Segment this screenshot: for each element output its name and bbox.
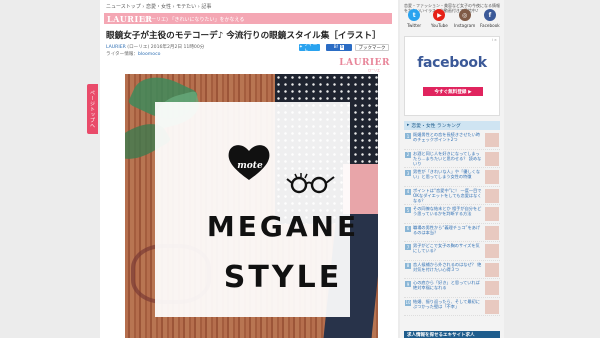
- spectacles-icon: [286, 173, 335, 194]
- hatena-count: 6: [339, 45, 345, 50]
- hero-illustration: mote MEGANE STYLE: [125, 74, 378, 338]
- breadcrumb-love[interactable]: 恋愛・女性: [146, 4, 171, 10]
- tweet-label: ツイート: [303, 42, 318, 54]
- facebook-ad[interactable]: i × facebook 今すぐ無料登録 ▶: [404, 36, 500, 116]
- twitter-bird-icon: ✦: [299, 45, 303, 50]
- rank-title-link[interactable]: 男子がどこで女子の胸のサイズを気にしている？: [413, 243, 483, 259]
- main-column: ニューストップ › 恋愛・女性 › モテたい › 記事 LAURIER (ローリ…: [100, 0, 398, 338]
- source-link[interactable]: LAURIER: [106, 45, 126, 50]
- breadcrumb-article: 記事: [201, 4, 212, 10]
- page-title: 眼鏡女子が主役のモテコーデ♪ 今流行りの眼鏡スタイル集［イラスト］: [106, 31, 381, 41]
- ranking-item[interactable]: 9 心の底から「好き」と思っていれば絶対幸福になれる: [404, 279, 500, 298]
- rank-thumbnail[interactable]: [485, 225, 499, 240]
- ranking-item[interactable]: 2 お酒と同じ人を好きになってしまったら…まちたいと思わせる？ 読めないり: [404, 150, 500, 168]
- ranking-list: 1 既婚男性との恋を長続きさせたい時のチェックポイント2つ 2 お酒と同じ人を好きにな…: [404, 131, 500, 316]
- hatena-bookmark-button[interactable]: B! 6: [326, 44, 352, 51]
- breadcrumb: ニューストップ › 恋愛・女性 › モテたい › 記事: [106, 4, 212, 10]
- right-sidebar: 恋愛・ファッション・美容など女子の今夜になる情報をかわいいイラストや動画付きで発…: [400, 0, 504, 338]
- heart-text: mote: [237, 161, 263, 171]
- rank-number: 8: [405, 262, 411, 269]
- ranking-item[interactable]: 6 職場の男性から“義理チョコ”をあげるのは本当？: [404, 224, 500, 242]
- sns-link-facebook[interactable]: f Facebook: [479, 9, 501, 35]
- rank-thumbnail[interactable]: [485, 262, 499, 277]
- source-paren: (ローリエ): [127, 45, 150, 50]
- facebook-icon: f: [483, 9, 496, 21]
- bookmark-label: ブックマーク: [358, 45, 386, 51]
- rank-title-link[interactable]: 恋人候補から外されるのはなぜ？ 絶対気を付けたい心得３つ: [413, 262, 483, 278]
- breadcrumb-mote[interactable]: モテたい: [176, 4, 196, 10]
- article-meta: LAURIER (ローリエ) 2016年2月2日 11時00分: [106, 44, 204, 50]
- rank-number: 3: [405, 170, 411, 176]
- rank-number: 4: [405, 188, 411, 195]
- rank-title-link[interactable]: ポイントは“恋愛中”に！ 一度一目でOKなダイエットをしても恋愛はなくなる？: [413, 188, 483, 204]
- writer-label: ライター情報：: [106, 52, 138, 57]
- laurier-watermark-sub: ローリエ: [367, 68, 380, 72]
- writer-link[interactable]: bloomoco: [138, 52, 160, 57]
- hero-line-1: MEGANE: [206, 210, 360, 243]
- ranking-header-label: 恋愛・女性 ランキング: [411, 124, 461, 129]
- rank-title-link[interactable]: お酒と同じ人を好きになってしまったら…まちたいと思わせる？ 読めないり: [413, 151, 483, 167]
- rank-number: 1: [405, 133, 411, 139]
- rank-title-link[interactable]: 既婚男性との恋を長続きさせたい時のチェックポイント2つ: [413, 132, 483, 148]
- ranking-item[interactable]: 7 男子がどこで女子の胸のサイズを気にしている？: [404, 242, 500, 261]
- ad-info-icon[interactable]: i ×: [492, 38, 497, 42]
- bookmark-button[interactable]: ブックマーク: [355, 44, 389, 51]
- brand-tagline: (ローリエ) 「きれいになりたい」をかなえる: [144, 17, 245, 23]
- ranking-item[interactable]: 8 恋人候補から外されるのはなぜ？ 絶対気を付けたい心得３つ: [404, 261, 500, 279]
- instagram-icon: ◎: [458, 9, 471, 21]
- rank-thumbnail[interactable]: [485, 207, 499, 221]
- sns-link-twitter[interactable]: t Twitter: [403, 9, 425, 35]
- twitter-icon: t: [408, 9, 421, 21]
- rank-number: 7: [405, 244, 411, 250]
- rank-number: 9: [405, 281, 411, 287]
- rank-number: 6: [405, 225, 411, 232]
- publish-date: 2016年2月2日 11時00分: [150, 45, 205, 50]
- page-top-tab[interactable]: ページトップへ: [87, 84, 98, 134]
- sns-label: Twitter: [407, 23, 422, 28]
- brand-bar: LAURIER (ローリエ) 「きれいになりたい」をかなえる: [104, 13, 392, 24]
- rank-title-link[interactable]: 職場の男性から“義理チョコ”をあげるのは本当？: [413, 225, 483, 241]
- rank-title-link[interactable]: 男性が「きれいな人」や「優しくない」と思ってしまう女性の特徴: [413, 169, 483, 185]
- ranking-item[interactable]: 3 男性が「きれいな人」や「優しくない」と思ってしまう女性の特徴: [404, 168, 500, 187]
- sns-label: Instagram: [453, 23, 476, 28]
- rank-number: 5: [405, 207, 411, 213]
- laurier-watermark: LAURIER: [339, 58, 390, 68]
- rank-title-link[interactable]: 心の底から「好き」と思っていれば絶対幸福になれる: [413, 280, 483, 296]
- rank-thumbnail[interactable]: [485, 281, 499, 295]
- rank-thumbnail[interactable]: [485, 133, 499, 147]
- rank-thumbnail[interactable]: [485, 170, 499, 184]
- writer-line: ライター情報：bloomoco: [106, 51, 160, 57]
- ranking-footer-link[interactable]: 求人情報を探せるエキサイト求人: [404, 331, 500, 338]
- hero-line-2: STYLE: [223, 260, 343, 295]
- sns-link-youtube[interactable]: ▶ YouTube: [428, 9, 450, 35]
- facebook-logo: facebook: [417, 55, 487, 71]
- rank-title-link[interactable]: その同僚な結末とか 相手が自分をどう思っているかを判断する方法: [413, 206, 483, 222]
- sns-links: t Twitter ▶ YouTube ◎ Instagram f Facebook: [403, 9, 501, 35]
- hatena-label: B!: [333, 45, 339, 50]
- ranking-header: ▸ 恋愛・女性 ランキング: [404, 121, 500, 130]
- ranking-item[interactable]: 1 既婚男性との恋を長続きさせたい時のチェックポイント2つ: [404, 131, 500, 150]
- rank-thumbnail[interactable]: [485, 151, 499, 166]
- rank-title-link[interactable]: 結婚、振り返ったら、そして最初にぶつかった壁は「不幸」: [413, 299, 483, 315]
- rank-thumbnail[interactable]: [485, 244, 499, 258]
- ad-signup-button[interactable]: 今すぐ無料登録 ▶: [423, 87, 483, 96]
- tweet-button[interactable]: ✦ ツイート: [299, 42, 320, 54]
- breadcrumb-news-top[interactable]: ニューストップ: [106, 4, 141, 10]
- rank-thumbnail[interactable]: [485, 188, 499, 203]
- chevron-right-icon: ▸: [407, 123, 410, 128]
- rank-number: 2: [405, 151, 411, 158]
- ranking-item[interactable]: 5 その同僚な結末とか 相手が自分をどう思っているかを判断する方法: [404, 205, 500, 224]
- rank-thumbnail[interactable]: [485, 299, 499, 314]
- ranking-item[interactable]: 10 結婚、振り返ったら、そして最初にぶつかった壁は「不幸」: [404, 298, 500, 316]
- ranking-item[interactable]: 4 ポイントは“恋愛中”に！ 一度一目でOKなダイエットをしても恋愛はなくなる？: [404, 187, 500, 205]
- youtube-icon: ▶: [433, 9, 446, 21]
- rank-number: 10: [405, 299, 411, 306]
- sns-label: YouTube: [430, 23, 448, 28]
- sns-link-instagram[interactable]: ◎ Instagram: [454, 9, 476, 35]
- sns-label: Facebook: [480, 23, 500, 28]
- title-panel: mote MEGANE STYLE: [155, 102, 356, 317]
